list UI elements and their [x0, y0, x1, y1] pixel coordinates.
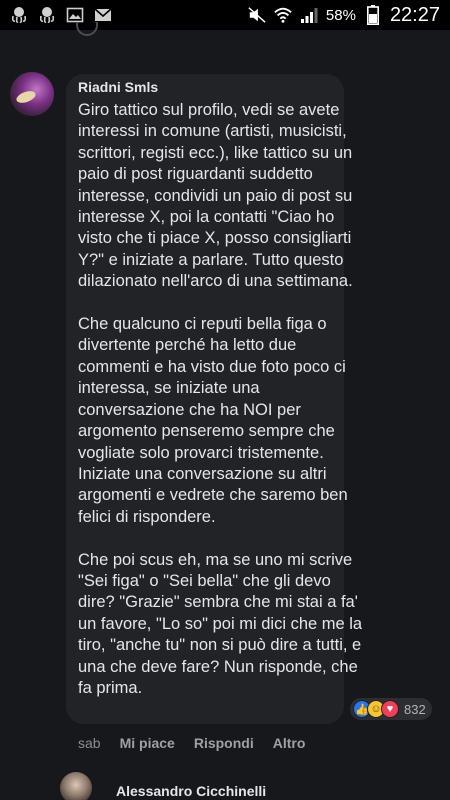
signal-icon	[300, 6, 318, 24]
comment-actions: sab Mi piace Rispondi Altro	[78, 735, 305, 751]
like-button[interactable]: Mi piace	[120, 735, 175, 751]
comment-author[interactable]: Riadni Smls	[78, 79, 158, 95]
battery-icon	[364, 5, 382, 25]
love-icon: ♥	[381, 700, 399, 718]
clock: 22:27	[389, 3, 440, 26]
partial-avatar	[76, 22, 98, 36]
reactions-summary[interactable]: 👍 ☺ ♥ 832	[350, 698, 432, 720]
octopus-icon	[10, 6, 28, 24]
reaction-count: 832	[404, 701, 426, 717]
reply-button[interactable]: Rispondi	[194, 735, 254, 751]
wifi-icon	[274, 6, 292, 24]
more-button[interactable]: Altro	[273, 735, 306, 751]
comment-time: sab	[78, 735, 101, 751]
comment-text: Giro tattico sul profilo, vedi se avete …	[78, 101, 363, 697]
mute-icon	[248, 6, 266, 24]
battery-percent: 58%	[325, 6, 356, 24]
avatar[interactable]	[60, 772, 92, 800]
comment-author[interactable]: Alessandro Cicchinelli	[116, 783, 266, 799]
status-bar: 58% 22:27	[0, 0, 450, 30]
octopus-icon	[38, 6, 56, 24]
avatar[interactable]	[10, 72, 54, 116]
